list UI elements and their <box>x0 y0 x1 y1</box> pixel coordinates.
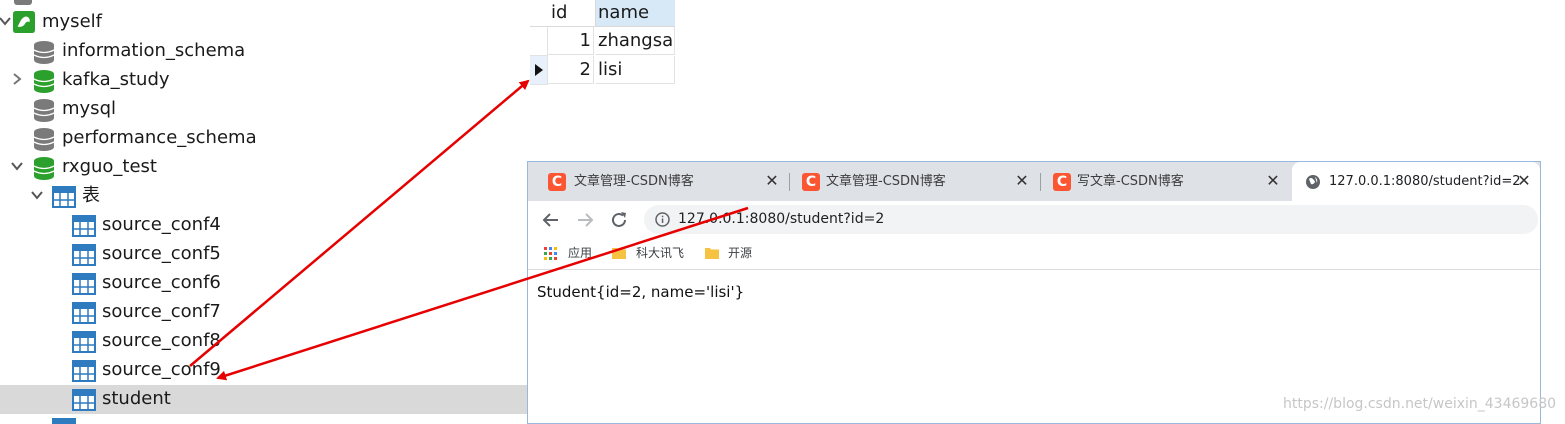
tree-table-label: source_conf9 <box>102 359 221 380</box>
database-icon <box>33 41 55 64</box>
tree-table-label: source_conf8 <box>102 330 221 351</box>
browser-tab-3[interactable]: C 写文章-CSDN博客 ✕ <box>1041 162 1291 201</box>
tree-table-label: source_conf5 <box>102 243 221 264</box>
database-icon <box>33 99 55 122</box>
views-folder-icon <box>52 418 76 424</box>
chevron-right-icon[interactable] <box>10 72 24 86</box>
forward-arrow-icon[interactable] <box>574 209 596 231</box>
apps-grid-icon[interactable] <box>544 247 558 261</box>
table-icon <box>72 360 96 382</box>
tree-db-label: mysql <box>62 98 116 119</box>
close-tab-icon[interactable]: ✕ <box>1514 171 1534 191</box>
tree-db-kafka-study[interactable]: kafka_study <box>0 66 527 95</box>
csdn-favicon-icon: C <box>548 173 566 191</box>
grid-cell-id[interactable]: 1 <box>548 27 594 55</box>
grid-cell-id[interactable]: 2 <box>548 56 594 84</box>
tree-db-label: performance_schema <box>62 127 257 148</box>
response-text: Student{id=2, name='lisi'} <box>537 283 745 301</box>
database-icon <box>33 128 55 151</box>
tree-table-source-conf8[interactable]: source_conf8 <box>0 327 527 356</box>
chevron-down-icon[interactable] <box>0 14 12 28</box>
tree-table-label: source_conf6 <box>102 272 221 293</box>
csdn-favicon-icon: C <box>802 173 820 191</box>
watermark: https://blog.csdn.net/weixin_43469680 <box>1283 396 1557 412</box>
mysql-connection-icon <box>13 11 35 33</box>
table-icon <box>72 389 96 411</box>
tree-table-source-conf7[interactable]: source_conf7 <box>0 298 527 327</box>
browser-toolbar: 127.0.0.1:8080/student?id=2 <box>528 201 1540 238</box>
grid-cell-name[interactable]: lisi <box>596 56 675 84</box>
tree-row-partial-bottom <box>0 414 527 424</box>
grid-cell-name[interactable]: zhangsan <box>596 27 675 55</box>
folder-icon <box>612 248 626 259</box>
chevron-down-icon[interactable] <box>30 188 44 202</box>
grid-header-name[interactable]: name <box>596 0 675 27</box>
address-bar[interactable]: 127.0.0.1:8080/student?id=2 <box>644 205 1538 234</box>
tree-db-label: rxguo_test <box>62 156 157 177</box>
bookmarks-bar: 应用 科大讯飞 开源 <box>528 238 1540 270</box>
tree-table-source-conf4[interactable]: source_conf4 <box>0 211 527 240</box>
connection-icon <box>14 0 32 5</box>
tree-table-label: student <box>102 388 171 409</box>
tables-folder-icon <box>52 186 76 208</box>
table-icon <box>72 273 96 295</box>
tree-db-performance-schema[interactable]: performance_schema <box>0 124 527 153</box>
bookmark-folder[interactable]: 科大讯飞 <box>636 245 684 261</box>
bookmark-folder[interactable]: 开源 <box>728 245 752 261</box>
result-grid: id name 1 zhangsan 2 lisi <box>530 0 675 87</box>
browser-tab-active[interactable]: 127.0.0.1:8080/student?id=2 ✕ <box>1292 162 1540 201</box>
close-tab-icon[interactable]: ✕ <box>762 171 782 191</box>
tree-folder-label: 表 <box>82 185 100 206</box>
database-icon <box>33 70 55 93</box>
tree-tables-folder[interactable]: 表 <box>0 182 527 211</box>
table-icon <box>72 331 96 353</box>
tree-db-rxguo-test[interactable]: rxguo_test <box>0 153 527 182</box>
bookmark-apps[interactable]: 应用 <box>568 245 592 261</box>
grid-header-label: id <box>551 2 568 23</box>
reload-icon[interactable] <box>608 209 630 231</box>
table-icon <box>72 244 96 266</box>
tree-table-source-conf5[interactable]: source_conf5 <box>0 240 527 269</box>
folder-icon <box>705 248 719 259</box>
browser-tab-2[interactable]: C 文章管理-CSDN博客 ✕ <box>790 162 1040 201</box>
tree-table-label: source_conf7 <box>102 301 221 322</box>
tree-connection-label: myself <box>42 11 102 32</box>
csdn-favicon-icon: C <box>1053 173 1071 191</box>
tab-title: 写文章-CSDN博客 <box>1077 174 1184 189</box>
close-tab-icon[interactable]: ✕ <box>1263 171 1283 191</box>
tree-table-label: source_conf4 <box>102 214 221 235</box>
info-icon[interactable] <box>655 212 670 227</box>
tab-title: 文章管理-CSDN博客 <box>826 174 946 189</box>
chevron-down-icon[interactable] <box>10 159 24 173</box>
browser-tab-1[interactable]: C 文章管理-CSDN博客 ✕ <box>528 162 786 201</box>
url-text[interactable]: 127.0.0.1:8080/student?id=2 <box>678 210 884 229</box>
close-tab-icon[interactable]: ✕ <box>1012 171 1032 191</box>
table-icon <box>72 302 96 324</box>
tree-db-label: information_schema <box>62 40 246 61</box>
table-icon <box>72 215 96 237</box>
grid-row-selector[interactable] <box>530 27 548 56</box>
navigator-tree: myself information_schema kafka_study my… <box>0 0 527 424</box>
database-icon <box>33 157 55 180</box>
tree-table-source-conf9[interactable]: source_conf9 <box>0 356 527 385</box>
tree-table-student[interactable]: student <box>0 385 527 414</box>
grid-corner <box>530 0 548 27</box>
grid-header-id[interactable]: id <box>548 0 596 27</box>
grid-row-selector-current[interactable] <box>530 56 548 85</box>
tree-db-information-schema[interactable]: information_schema <box>0 37 527 66</box>
tree-db-mysql[interactable]: mysql <box>0 95 527 124</box>
tree-connection-myself[interactable]: myself <box>0 8 527 37</box>
tab-title: 127.0.0.1:8080/student?id=2 <box>1329 174 1521 189</box>
grid-header-label: name <box>598 2 650 23</box>
browser-window: C 文章管理-CSDN博客 ✕ C 文章管理-CSDN博客 ✕ C 写文章-CS… <box>527 161 1541 424</box>
tree-table-source-conf6[interactable]: source_conf6 <box>0 269 527 298</box>
tree-db-label: kafka_study <box>62 69 170 90</box>
tab-strip: C 文章管理-CSDN博客 ✕ C 文章管理-CSDN博客 ✕ C 写文章-CS… <box>528 162 1540 201</box>
current-row-arrow-icon <box>535 64 543 76</box>
globe-icon <box>1306 175 1320 189</box>
tab-title: 文章管理-CSDN博客 <box>574 174 694 189</box>
back-arrow-icon[interactable] <box>540 209 562 231</box>
